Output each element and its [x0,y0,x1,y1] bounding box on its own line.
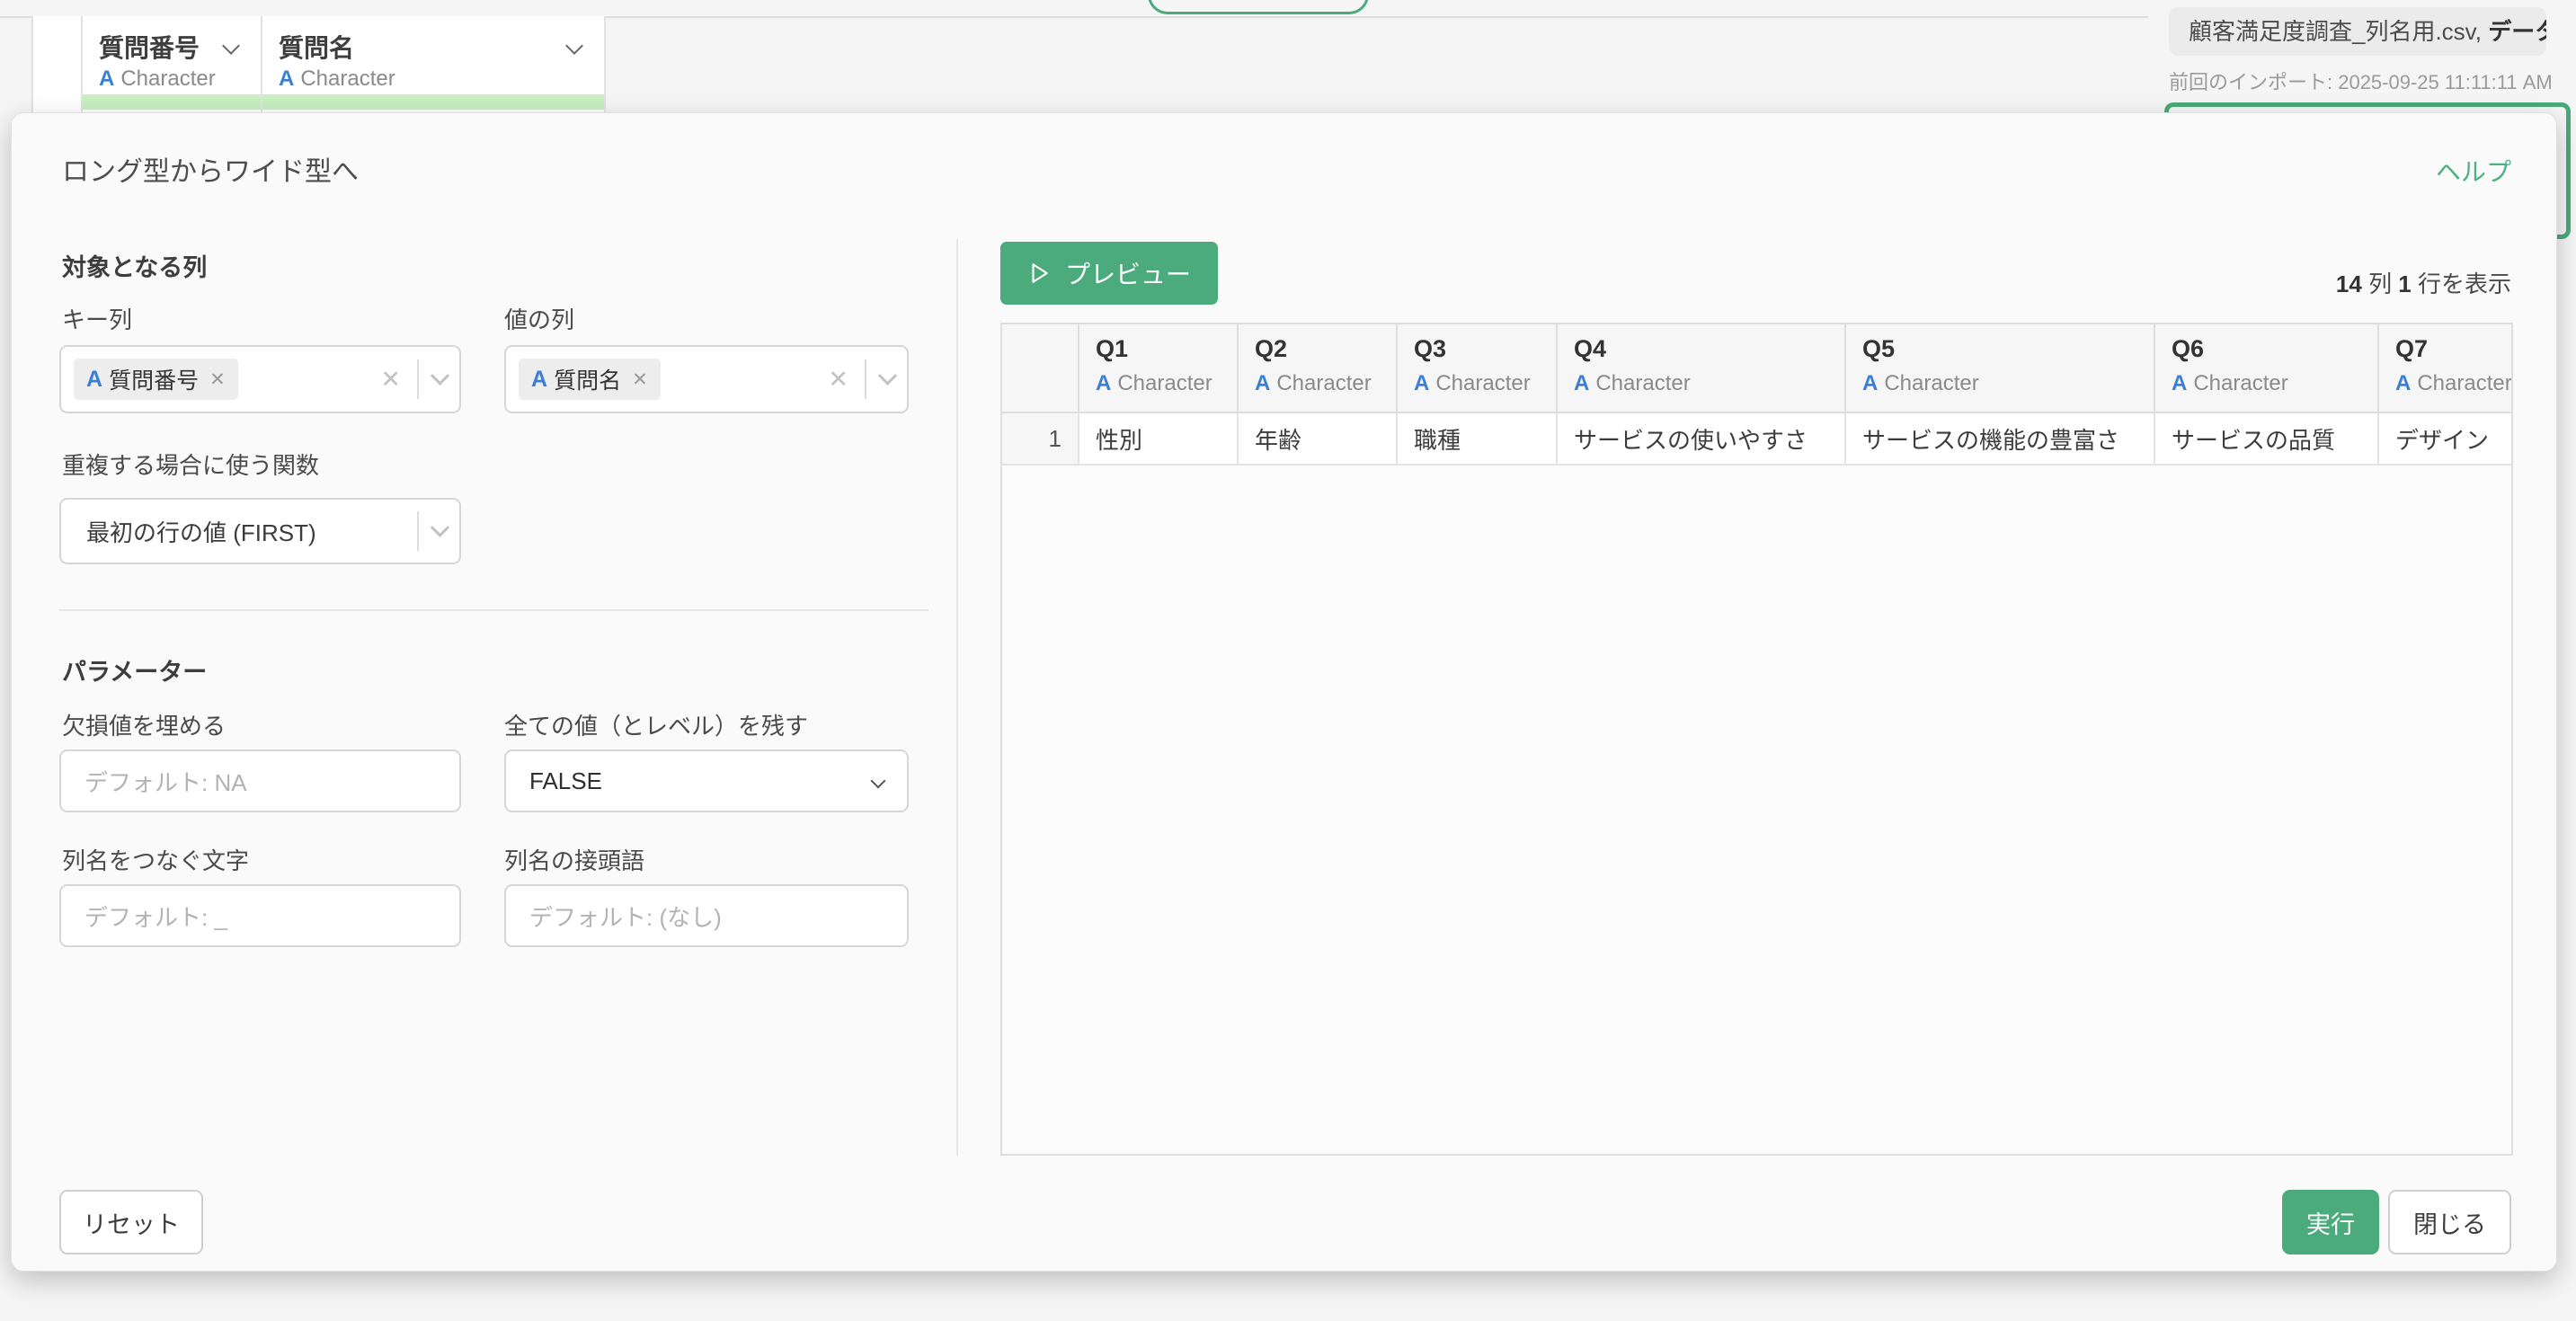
chevron-down-icon[interactable] [565,37,583,55]
character-type-icon: A [2395,371,2411,395]
panel-divider [956,239,958,1156]
chevron-down-icon [871,774,886,789]
dialog-title: ロング型からワイド型へ [62,149,359,189]
name-prefix-label: 列名の接頭語 [504,843,644,876]
input-placeholder: デフォルト: (なし) [529,900,722,933]
name-prefix-input[interactable]: デフォルト: (なし) [504,884,909,947]
chevron-down-icon[interactable] [222,37,240,55]
character-type-icon: A [531,367,547,393]
dropdown-value: 最初の行の値 (FIRST) [74,515,316,548]
column-type: ACharacter [279,66,395,92]
input-placeholder: デフォルト: NA [84,765,247,798]
clear-selection-icon[interactable]: ✕ [828,366,848,394]
table-cell: デザイン [2379,413,2513,464]
keep-all-values-select[interactable]: FALSE [504,749,909,812]
preview-column-header: Q3 ACharacter [1398,324,1558,412]
apply-pill-peek [1148,0,1369,14]
select-value: FALSE [529,767,602,795]
chevron-down-icon[interactable] [878,366,897,385]
key-column-label: キー列 [62,302,132,335]
value-column-select[interactable]: A 質問名 ✕ ✕ [504,345,909,413]
key-column-token[interactable]: A 質問番号 ✕ [74,359,238,400]
preview-summary: 14 列 1 行を表示 [2336,266,2511,299]
long-to-wide-dialog: ロング型からワイド型へ ヘルプ 対象となる列 キー列 値の列 A 質問番号 ✕ … [11,112,2557,1272]
column-name: 質問名 [279,29,354,65]
run-button[interactable]: 実行 [2282,1190,2379,1255]
footer-actions: 実行 閉じる [2282,1190,2511,1255]
target-columns-section-title: 対象となる列 [62,248,207,283]
select-divider [417,511,419,551]
close-button[interactable]: 閉じる [2388,1190,2511,1255]
character-type-icon: A [1255,371,1270,395]
table-cell: サービスの機能の豊富さ [1846,413,2155,464]
column-header-question-number[interactable]: 質問番号 ACharacter [83,16,262,114]
character-type-icon: A [99,66,114,91]
character-type-icon: A [1414,371,1429,395]
column-header-question-name[interactable]: 質問名 ACharacter [262,16,606,114]
source-table-header: 質問番号 ACharacter 質問名 ACharacter [31,16,606,114]
chevron-down-icon[interactable] [431,366,449,385]
preview-column-header: Q7 ACharacter [2379,324,2513,412]
column-name: 質問番号 [99,29,200,65]
character-type-icon: A [1574,371,1589,395]
preview-column-header: Q6 ACharacter [2155,324,2379,412]
name-separator-label: 列名をつなぐ文字 [62,843,249,876]
preview-column-header: Q5 ACharacter [1846,324,2155,412]
play-icon [1027,262,1051,285]
aggregate-function-label: 重複する場合に使う関数 [62,448,319,481]
character-type-icon: A [279,66,294,91]
clear-selection-icon[interactable]: ✕ [380,366,401,394]
fill-missing-input[interactable]: デフォルト: NA [59,749,461,812]
last-import-info: 前回のインポート: 2025-09-25 11:11:11 AM [2169,66,2553,95]
dataset-pill[interactable]: 顧客満足度調査_列名用.csv, データ... [2169,7,2546,56]
preview-column-header: Q4 ACharacter [1558,324,1846,412]
table-cell: サービスの使いやすさ [1558,413,1846,464]
input-placeholder: デフォルト: _ [84,900,227,933]
table-cell: 年齢 [1239,413,1398,464]
token-label: 質問番号 [109,363,199,395]
selected-column-strip [83,94,261,110]
chevron-down-icon[interactable] [431,518,449,536]
preview-column-header: Q2 ACharacter [1239,324,1398,412]
token-label: 質問名 [554,363,621,395]
row-number-header-cell [33,16,83,114]
table-cell: 職種 [1398,413,1558,464]
table-cell: サービスの品質 [2155,413,2379,464]
aggregate-function-dropdown[interactable]: 最初の行の値 (FIRST) [59,498,461,564]
key-column-select[interactable]: A 質問番号 ✕ ✕ [59,345,461,413]
selected-column-strip [262,94,604,110]
preview-table-header-row: Q1 ACharacter Q2 ACharacter Q3 ACharacte… [1002,324,2511,413]
character-type-icon: A [86,367,102,393]
fill-missing-label: 欠損値を埋める [62,708,226,741]
section-divider [59,609,928,611]
value-column-token[interactable]: A 質問名 ✕ [519,359,661,400]
reset-button[interactable]: リセット [59,1190,203,1255]
column-type: ACharacter [99,66,216,92]
remove-token-icon[interactable]: ✕ [632,368,648,391]
preview-button[interactable]: プレビュー [1000,242,1218,305]
character-type-icon: A [2172,371,2187,395]
value-column-label: 値の列 [504,302,574,335]
select-divider [865,359,866,399]
preview-column-header: Q1 ACharacter [1079,324,1239,412]
preview-table-row: 1 性別 年齢 職種 サービスの使いやすさ サービスの機能の豊富さ サービスの品… [1002,413,2511,465]
name-separator-input[interactable]: デフォルト: _ [59,884,461,947]
select-divider [417,359,419,399]
parameters-section-title: パラメーター [62,652,207,687]
remove-token-icon[interactable]: ✕ [209,368,226,391]
app-root: 質問番号 ACharacter 質問名 ACharacter 顧客満足度調査_列… [0,0,2576,1321]
keep-all-values-label: 全ての値（とレベル）を残す [504,708,808,741]
preview-table: Q1 ACharacter Q2 ACharacter Q3 ACharacte… [1000,323,2513,1156]
table-cell: 性別 [1079,413,1239,464]
preview-row-number-header [1002,324,1079,412]
help-link[interactable]: ヘルプ [2436,153,2511,189]
character-type-icon: A [1096,371,1111,395]
character-type-icon: A [1862,371,1878,395]
row-number-cell: 1 [1002,413,1079,464]
